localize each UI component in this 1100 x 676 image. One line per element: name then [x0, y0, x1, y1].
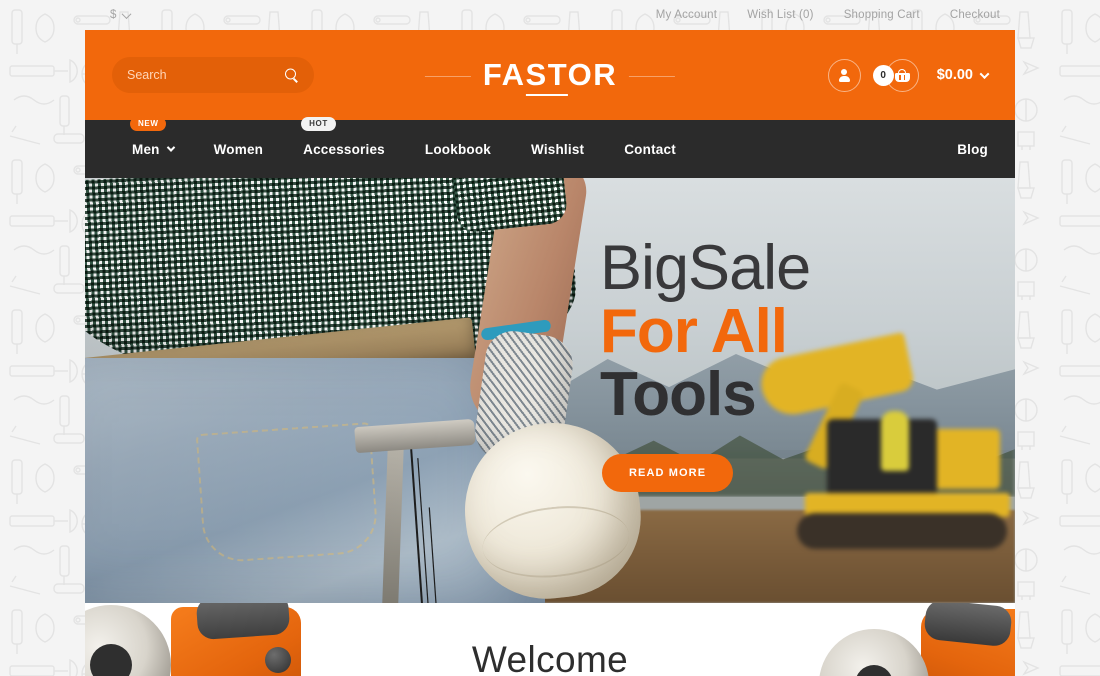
link-wish-list[interactable]: Wish List (0): [747, 9, 814, 21]
nav-item-label: Lookbook: [424, 141, 491, 157]
search-input[interactable]: [127, 68, 267, 82]
hero-line-2: For All: [600, 296, 788, 366]
link-shopping-cart[interactable]: Shopping Cart: [844, 9, 920, 21]
nav-item-lookbook[interactable]: Lookbook: [405, 142, 511, 157]
nav-item-label: Contact: [624, 141, 676, 157]
hero-line-1: BigSale: [600, 233, 811, 303]
main-navigation: NEW Men Women HOT Accessories Lookbook W…: [85, 116, 1015, 178]
hero-photo-worker-and-excavator: [85, 178, 1015, 603]
badge-new: NEW: [130, 116, 167, 131]
nav-item-wishlist[interactable]: Wishlist: [511, 142, 604, 157]
page-root: $ My Account Wish List (0) Shopping Cart…: [0, 0, 1100, 676]
link-checkout[interactable]: Checkout: [950, 9, 1000, 21]
hero-copy: BigSale For All Tools READ MORE: [600, 233, 811, 493]
user-icon: [838, 68, 851, 82]
read-more-button[interactable]: READ MORE: [602, 454, 734, 493]
account-button[interactable]: [827, 58, 861, 92]
chevron-down-icon: [121, 8, 132, 19]
basket-icon: [894, 68, 910, 82]
nav-item-label: Accessories: [303, 141, 385, 157]
top-utility-bar: $ My Account Wish List (0) Shopping Cart…: [0, 0, 1100, 30]
chevron-down-icon: [979, 68, 990, 79]
nav-item-men[interactable]: NEW Men: [112, 116, 194, 157]
link-my-account[interactable]: My Account: [656, 9, 717, 21]
hero-line-3: Tools: [600, 359, 757, 429]
top-links: My Account Wish List (0) Shopping Cart C…: [656, 9, 1000, 21]
welcome-section: Welcome: [85, 603, 1015, 676]
search-icon[interactable]: [285, 68, 298, 82]
nav-item-label: Women: [213, 141, 264, 157]
hero-overlay: [85, 178, 1015, 603]
nav-item-women[interactable]: Women: [194, 142, 284, 157]
site-logo[interactable]: FASTOR: [424, 57, 676, 96]
search-box[interactable]: [112, 57, 314, 93]
badge-hot: HOT: [301, 116, 336, 131]
nav-item-accessories[interactable]: HOT Accessories: [283, 116, 405, 157]
nav-item-label: Wishlist: [531, 141, 585, 157]
chevron-down-icon: [166, 143, 175, 152]
nav-list: NEW Men Women HOT Accessories Lookbook W…: [112, 116, 696, 157]
welcome-heading: Welcome: [471, 639, 629, 676]
cart-total-amount: $0.00: [936, 67, 973, 83]
nav-item-label: Blog: [957, 141, 988, 157]
logo-part-st: ST: [525, 57, 568, 96]
cart-count-badge: 0: [872, 64, 894, 86]
cart-total[interactable]: $0.00: [936, 67, 990, 83]
nav-item-blog[interactable]: Blog: [937, 142, 988, 157]
nav-item-label: Men: [132, 141, 160, 157]
nav-right: Blog: [937, 142, 988, 157]
currency-selector[interactable]: $: [110, 8, 132, 21]
header-actions: 0 $0.00: [827, 58, 990, 92]
logo-part-fa: FA: [482, 57, 526, 92]
logo-part-or: OR: [567, 57, 618, 92]
nav-item-contact[interactable]: Contact: [604, 142, 696, 157]
currency-symbol: $: [110, 9, 117, 21]
cart-button[interactable]: 0: [872, 58, 919, 92]
site-header: FASTOR 0 $0.00: [85, 30, 1015, 120]
hero-banner: BigSale For All Tools READ MORE: [85, 178, 1015, 603]
